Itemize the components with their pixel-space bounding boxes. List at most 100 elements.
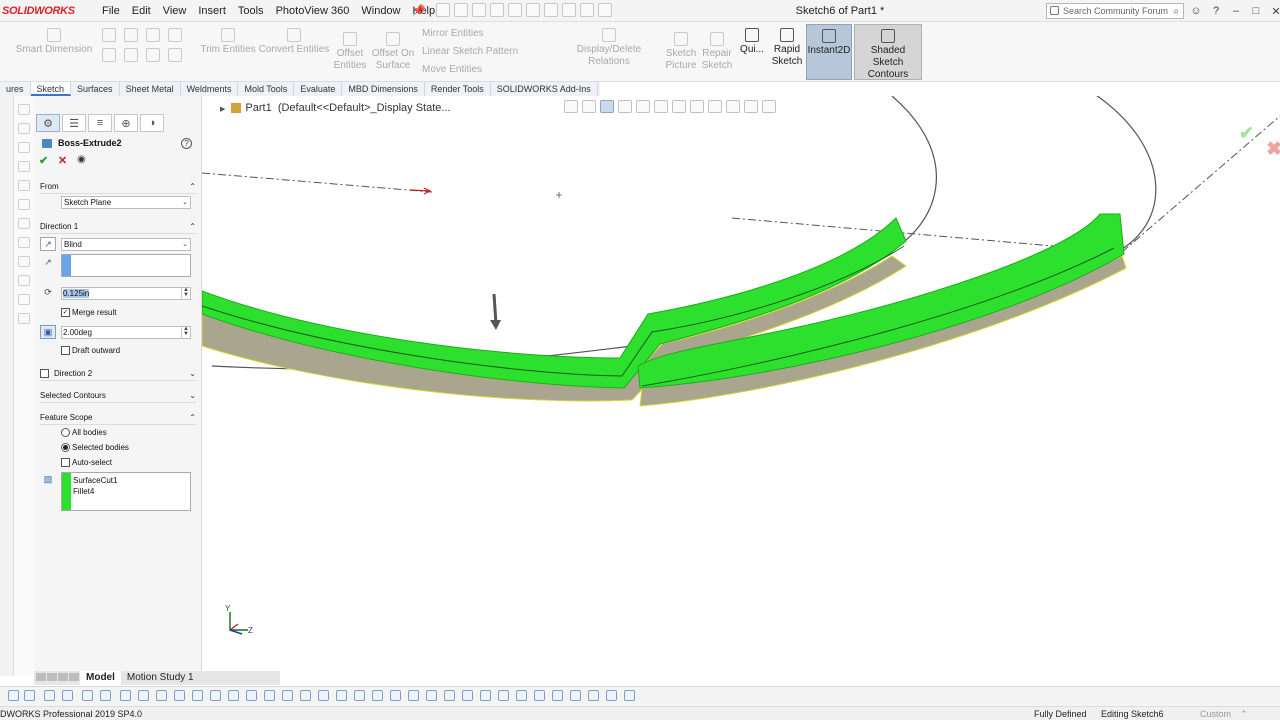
filter-notes-icon[interactable] [354, 690, 365, 701]
feature-scope-section-header[interactable]: Feature Scope ⌃ [40, 413, 196, 425]
display-style-icon[interactable] [672, 100, 686, 113]
home-icon[interactable] [436, 3, 450, 17]
display-pane-icon[interactable] [762, 100, 776, 113]
list-item[interactable]: Fillet4 [73, 487, 94, 496]
filter-geometric-tolerance-icon[interactable] [336, 690, 347, 701]
convert-entities-button[interactable]: Convert Entities [258, 28, 330, 56]
menu-view[interactable]: View [157, 0, 193, 22]
from-dropdown[interactable]: Sketch Plane ⌄ [61, 196, 191, 209]
bodies-to-affect-list[interactable]: SurfaceCut1 Fillet4 [61, 472, 191, 511]
merge-result-checkbox[interactable]: ✓ [61, 308, 70, 317]
section-icon[interactable] [18, 313, 30, 324]
line-icon[interactable] [102, 28, 116, 42]
filter-weld-symbols-icon[interactable] [390, 690, 401, 701]
draft-angle-input[interactable]: 2.00deg ▲ ▼ [61, 326, 191, 339]
paste-icon[interactable] [18, 142, 30, 153]
reverse-direction-icon[interactable]: ↗ [40, 237, 56, 251]
reference-icon[interactable] [18, 294, 30, 305]
filter-axes-icon[interactable] [174, 690, 185, 701]
preview-eye-icon[interactable]: ◉ [77, 154, 86, 165]
search-icon[interactable]: ⌕ [1173, 5, 1179, 19]
options-gear-icon[interactable] [598, 3, 612, 17]
zoom-to-fit-icon[interactable] [564, 100, 578, 113]
repair-sketch-button[interactable]: Repair Sketch [700, 32, 734, 72]
feature-tree-flyout[interactable]: ▶ Part1 (Default<<Default>_Display State.… [220, 101, 451, 117]
filter-sketch-segments-icon[interactable] [228, 690, 239, 701]
offset-on-surface-button[interactable]: Offset On Surface [370, 32, 416, 72]
open-document-icon[interactable] [472, 3, 486, 17]
direction2-checkbox[interactable] [40, 369, 49, 378]
cancel-button[interactable]: ✕ [58, 154, 67, 167]
filter-sketch-points-icon[interactable] [210, 690, 221, 701]
filter-mid-faces-icon[interactable] [516, 690, 527, 701]
polygon-icon[interactable] [124, 48, 138, 62]
solidworks-logo[interactable]: SOLIDWORKS [0, 0, 86, 22]
file-properties-icon[interactable] [580, 3, 594, 17]
filter-surface-bodies-icon[interactable] [138, 690, 149, 701]
zoom-area-icon[interactable] [582, 100, 596, 113]
filter-vertices-icon[interactable] [82, 690, 93, 701]
display-delete-relations-button[interactable]: Display/Delete Relations [556, 28, 662, 68]
filter-blocks-icon[interactable] [444, 690, 455, 701]
expand-triangle-icon[interactable]: ▶ [220, 106, 225, 113]
menu-window[interactable]: Window [355, 0, 406, 22]
search-community-input[interactable]: Search Community Forum ⌕ [1046, 3, 1184, 19]
rebuild-icon[interactable] [562, 3, 576, 17]
smart-dimension-button[interactable]: Smart Dimension [14, 28, 94, 56]
copy-icon[interactable] [18, 123, 30, 134]
filter-toggle-icon[interactable] [24, 690, 35, 701]
user-icon[interactable]: ☺ [1190, 5, 1202, 17]
mirror-entities-button[interactable]: Mirror Entities [422, 28, 546, 40]
move-entities-button[interactable]: Move Entities [422, 64, 546, 76]
trim-entities-button[interactable]: Trim Entities [198, 28, 258, 56]
clear-filters-icon[interactable] [44, 690, 55, 701]
arc-icon[interactable] [102, 48, 116, 62]
filter-datum-features-icon[interactable] [372, 690, 383, 701]
point-icon[interactable] [168, 48, 182, 62]
tab-sketch[interactable]: Sketch [30, 82, 72, 96]
filter-surface-finish-icon[interactable] [318, 690, 329, 701]
tab-sheet-metal[interactable]: Sheet Metal [120, 82, 181, 96]
filter-cosmetic-welds-icon[interactable] [624, 690, 635, 701]
display-icon[interactable] [18, 237, 30, 248]
auto-select-checkbox[interactable] [61, 458, 70, 467]
menu-tools[interactable]: Tools [232, 0, 270, 22]
filter-solid-bodies-icon[interactable] [156, 690, 167, 701]
view-orientation-icon[interactable] [654, 100, 668, 113]
tab-mold-tools[interactable]: Mold Tools [238, 82, 295, 96]
appearance-icon[interactable] [18, 218, 30, 229]
linear-sketch-pattern-button[interactable]: Linear Sketch Pattern [422, 46, 546, 58]
apply-scene-icon[interactable] [726, 100, 740, 113]
filter-cosmetic-threads-icon[interactable] [426, 690, 437, 701]
pin-menu-icon[interactable]: 📌 [412, 4, 426, 17]
select-icon[interactable] [544, 3, 558, 17]
feature-tree-icon[interactable] [18, 104, 30, 115]
restore-icon[interactable]: □ [1250, 5, 1262, 17]
help-icon[interactable]: ? [181, 138, 192, 149]
hide-show-icon[interactable] [690, 100, 704, 113]
chevron-up-icon[interactable]: ⌃ [1240, 707, 1248, 721]
filter-dimensions-icon[interactable] [300, 690, 311, 701]
rectangle-icon[interactable] [168, 28, 182, 42]
tab-render-tools[interactable]: Render Tools [425, 82, 491, 96]
units-dropdown[interactable]: Custom [1200, 707, 1231, 721]
confirm-cancel-icon[interactable]: ✖ [1266, 138, 1280, 161]
spline-icon[interactable] [146, 28, 160, 42]
filter-routing-points-icon[interactable] [498, 690, 509, 701]
property-manager-icon[interactable]: ☰ [62, 114, 86, 132]
filter-mesh-icon[interactable] [570, 690, 581, 701]
filter-sketch-regions-icon[interactable] [534, 690, 545, 701]
end-condition-dropdown[interactable]: Blind ⌄ [61, 238, 191, 251]
menu-file[interactable]: File [96, 0, 126, 22]
selected-contours-section-header[interactable]: Selected Contours ⌄ [40, 391, 196, 403]
tab-mbd-dimensions[interactable]: MBD Dimensions [342, 82, 425, 96]
view-icon[interactable] [18, 180, 30, 191]
layer-icon[interactable] [18, 199, 30, 210]
slot-icon[interactable] [146, 48, 160, 62]
direction1-section-header[interactable]: Direction 1 ⌃ [40, 222, 196, 234]
draft-outward-checkbox[interactable] [61, 346, 70, 355]
section-view-icon[interactable] [618, 100, 632, 113]
filter-loops-icon[interactable] [606, 690, 617, 701]
list-item[interactable]: SurfaceCut1 [73, 476, 117, 485]
filter-midpoints-icon[interactable] [246, 690, 257, 701]
